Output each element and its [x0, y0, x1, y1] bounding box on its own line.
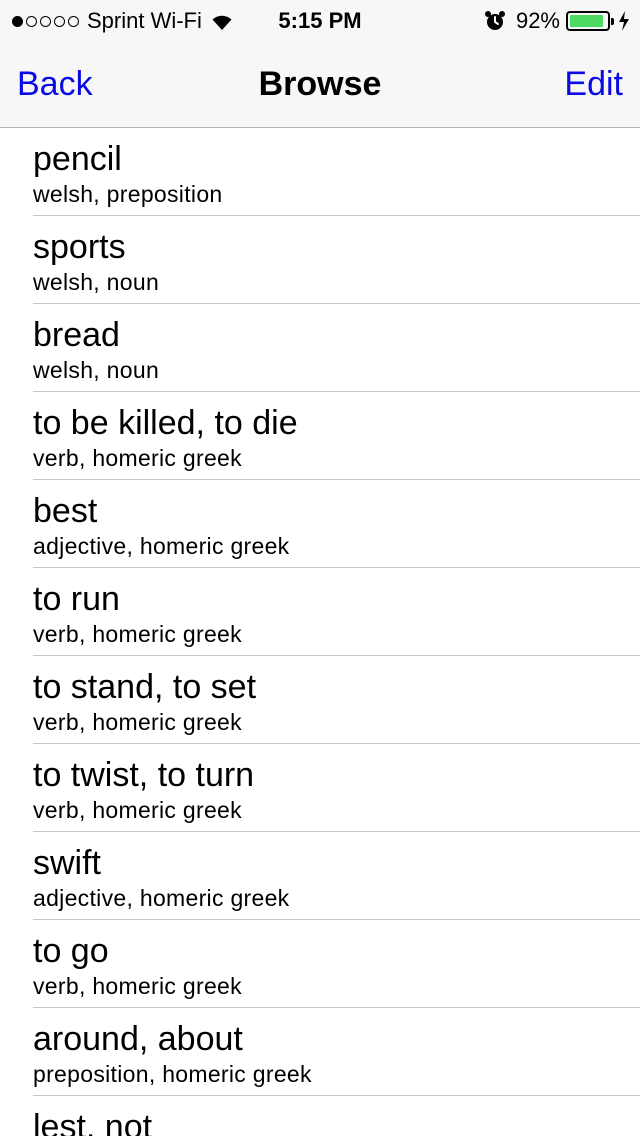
- battery-level-fill: [570, 15, 604, 27]
- list-item[interactable]: to run verb, homeric greek: [0, 568, 640, 656]
- navigation-bar: Back Browse Edit: [0, 40, 640, 128]
- status-right: 92%: [484, 8, 630, 34]
- entry-details: adjective, homeric greek: [33, 533, 290, 559]
- list-item[interactable]: pencil welsh, preposition: [0, 128, 640, 216]
- list-item[interactable]: best adjective, homeric greek: [0, 480, 640, 568]
- list-item[interactable]: to stand, to set verb, homeric greek: [0, 656, 640, 744]
- entry-word: best: [33, 492, 98, 530]
- entry-word: to be killed, to die: [33, 404, 298, 442]
- list-item[interactable]: to go verb, homeric greek: [0, 920, 640, 1008]
- list-item[interactable]: lest, not: [0, 1096, 640, 1136]
- list-item[interactable]: bread welsh, noun: [0, 304, 640, 392]
- back-button[interactable]: Back: [17, 40, 93, 128]
- entry-word: to twist, to turn: [33, 756, 255, 794]
- list-item[interactable]: to be killed, to die verb, homeric greek: [0, 392, 640, 480]
- list-item[interactable]: swift adjective, homeric greek: [0, 832, 640, 920]
- charging-bolt-icon: [619, 11, 629, 31]
- entry-word: to stand, to set: [33, 668, 257, 706]
- list-item[interactable]: around, about preposition, homeric greek: [0, 1008, 640, 1096]
- entry-details: verb, homeric greek: [33, 621, 242, 647]
- status-bar: Sprint Wi-Fi 5:15 PM 92%: [0, 0, 640, 40]
- entry-details: preposition, homeric greek: [33, 1061, 312, 1087]
- entry-word: pencil: [33, 140, 122, 178]
- vocabulary-list: pencil welsh, preposition sports welsh, …: [0, 128, 640, 1136]
- entry-details: welsh, noun: [33, 269, 160, 295]
- entry-word: sports: [33, 228, 126, 266]
- battery-tip: [611, 18, 614, 25]
- browse-screen: Sprint Wi-Fi 5:15 PM 92% Back Browse Edi…: [0, 0, 640, 1136]
- edit-button[interactable]: Edit: [564, 40, 623, 128]
- entry-word: bread: [33, 316, 120, 354]
- list-item[interactable]: sports welsh, noun: [0, 216, 640, 304]
- list-item[interactable]: to twist, to turn verb, homeric greek: [0, 744, 640, 832]
- battery-percent: 92%: [515, 8, 560, 33]
- entry-word: swift: [33, 844, 101, 882]
- entry-details: verb, homeric greek: [33, 445, 242, 471]
- entry-word: around, about: [33, 1020, 243, 1058]
- entry-word: lest, not: [33, 1108, 153, 1136]
- battery-icon: [566, 11, 614, 31]
- page-title: Browse: [258, 65, 382, 103]
- entry-details: welsh, preposition: [33, 181, 223, 207]
- entry-details: verb, homeric greek: [33, 973, 242, 999]
- entry-details: welsh, noun: [33, 357, 160, 383]
- alarm-clock-icon: [484, 11, 505, 30]
- entry-word: to go: [33, 932, 109, 970]
- entry-details: verb, homeric greek: [33, 797, 242, 823]
- entry-details: verb, homeric greek: [33, 709, 242, 735]
- entry-word: to run: [33, 580, 120, 618]
- entry-details: adjective, homeric greek: [33, 885, 290, 911]
